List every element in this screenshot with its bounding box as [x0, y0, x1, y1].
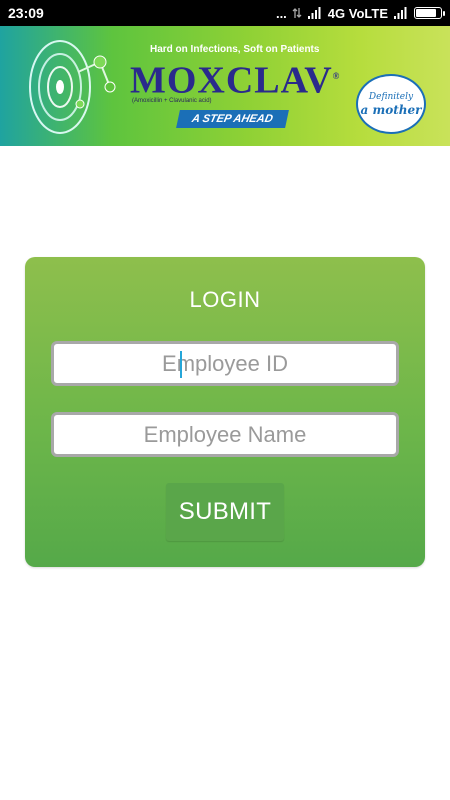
brand-name: MOXCLAV — [130, 59, 333, 102]
submit-button[interactable]: SUBMIT — [166, 483, 284, 541]
network-type: 4G VoLTE — [327, 5, 388, 21]
banner-tagline: Hard on Infections, Soft on Patients — [150, 44, 320, 55]
badge-line2: a mother — [360, 103, 422, 117]
target-graphic-icon — [29, 40, 116, 134]
battery-icon — [414, 7, 445, 19]
data-transfer-icon — [292, 8, 302, 18]
status-bar: 23:09 ... 4G VoLTE — [0, 0, 450, 26]
slogan-ribbon: A STEP AHEAD — [176, 110, 289, 128]
brand-logo: MOXCLAV® — [130, 56, 340, 101]
generic-name: (Amoxicillin + Clavulanic acid) — [132, 98, 212, 104]
signal-icon-2 — [394, 7, 407, 19]
mother-badge: Definitely a mother — [356, 74, 426, 134]
slogan-text: A STEP AHEAD — [190, 113, 274, 125]
signal-icon — [307, 7, 321, 19]
registered-mark: ® — [332, 71, 341, 81]
employee-id-input[interactable] — [51, 341, 399, 386]
more-dots-icon: ... — [275, 5, 287, 21]
text-cursor — [180, 351, 182, 378]
login-title: LOGIN — [189, 287, 261, 312]
login-card: LOGIN SUBMIT — [25, 257, 425, 567]
employee-name-input[interactable] — [51, 412, 399, 457]
battery-level — [416, 9, 437, 17]
promo-banner: Hard on Infections, Soft on Patients MOX… — [0, 26, 450, 146]
status-time: 23:09 — [8, 5, 44, 21]
status-icons: ... 4G VoLTE — [275, 5, 445, 21]
